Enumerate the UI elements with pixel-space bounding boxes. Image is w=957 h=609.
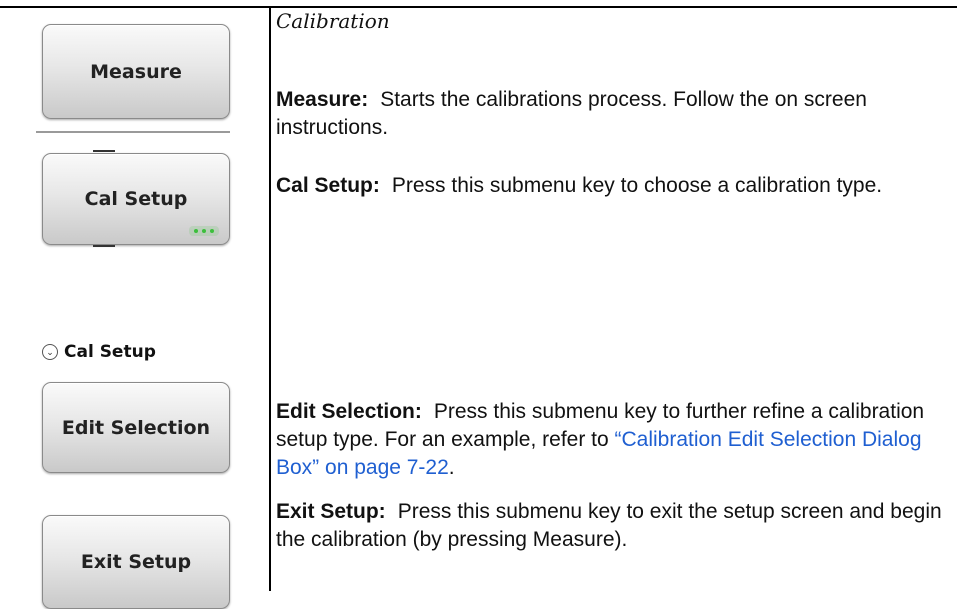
cal-setup-text: Press this submenu key to choose a calib… <box>391 174 883 197</box>
measure-term: Measure: <box>276 88 369 111</box>
cal-setup-description: Cal Setup: Press this submenu key to choo… <box>276 172 946 200</box>
exit-setup-description: Exit Setup: Press this submenu key to exi… <box>276 498 946 554</box>
cal-setup-key-label: Cal Setup <box>84 188 188 210</box>
section-title: Calibration <box>276 9 390 33</box>
cal-setup-key[interactable]: Cal Setup <box>42 153 230 245</box>
submenu-header: ⌄ Cal Setup <box>42 342 156 362</box>
chevron-down-circle-icon: ⌄ <box>42 344 58 360</box>
column-divider <box>269 6 271 591</box>
edit-selection-description: Edit Selection: Press this submenu key to… <box>276 398 946 482</box>
edit-selection-key[interactable]: Edit Selection <box>42 382 230 473</box>
measure-description: Measure: Starts the calibrations process.… <box>276 86 946 142</box>
edit-selection-suffix: . <box>448 456 455 479</box>
measure-key[interactable]: Measure <box>42 24 230 119</box>
measure-key-label: Measure <box>90 60 182 83</box>
more-dots-icon <box>189 226 219 236</box>
exit-setup-key[interactable]: Exit Setup <box>42 515 230 609</box>
exit-setup-key-label: Exit Setup <box>80 551 192 573</box>
key-stub-top <box>93 150 115 152</box>
key-stub-bottom <box>93 245 115 247</box>
cal-setup-term: Cal Setup: <box>276 174 380 197</box>
submenu-header-label: Cal Setup <box>64 342 156 362</box>
top-rule <box>0 6 957 8</box>
menu-separator <box>36 131 230 133</box>
exit-setup-term: Exit Setup: <box>276 500 386 523</box>
edit-selection-key-label: Edit Selection <box>61 416 211 439</box>
edit-selection-term: Edit Selection: <box>276 400 422 423</box>
